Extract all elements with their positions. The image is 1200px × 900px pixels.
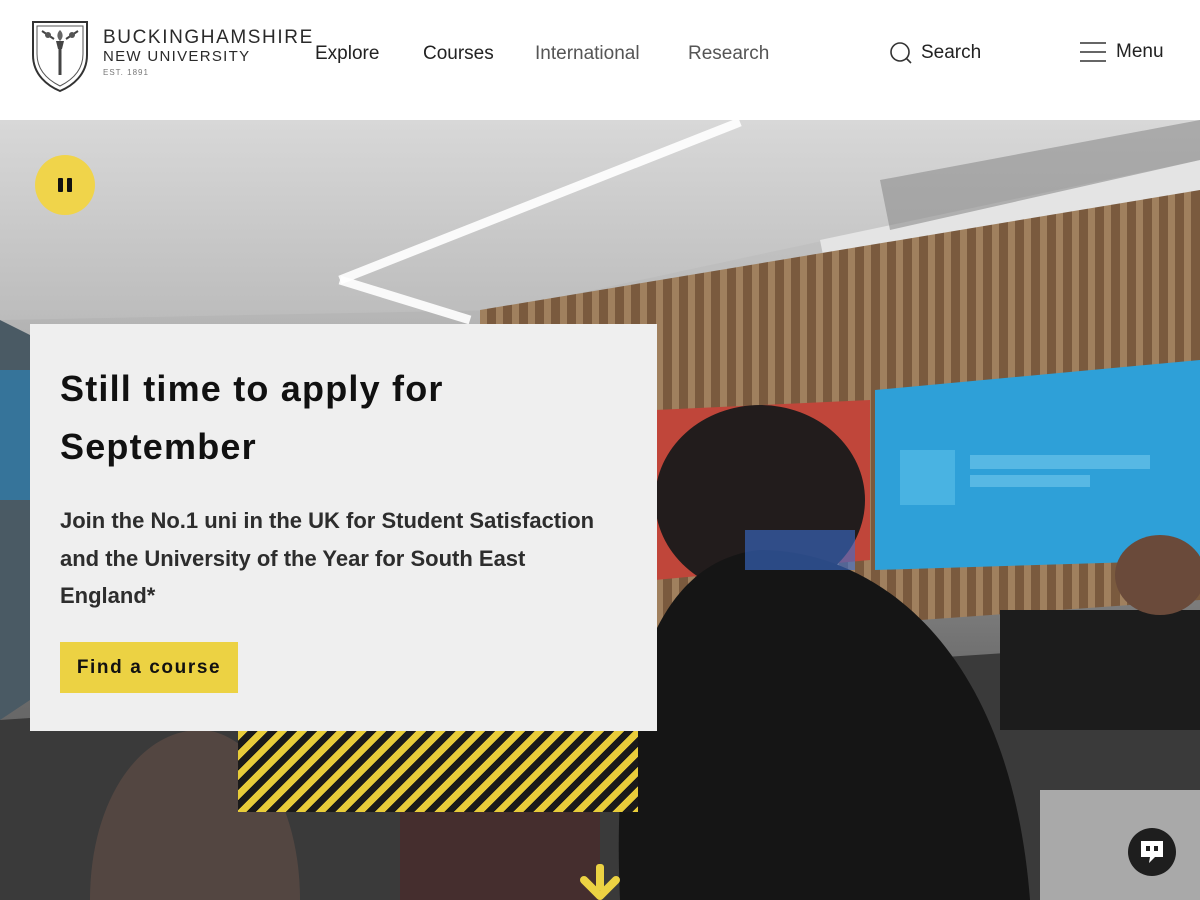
search-button[interactable]: Search (889, 41, 981, 65)
pause-video-button[interactable] (35, 155, 95, 215)
find-course-button[interactable]: Find a course (60, 642, 238, 693)
pause-icon (56, 178, 74, 192)
hero-title: Still time to apply for September (60, 368, 444, 467)
menu-label: Menu (1116, 41, 1164, 62)
chat-button[interactable] (1128, 828, 1176, 876)
chat-icon (1141, 841, 1163, 863)
hero-description: Join the No.1 uni in the UK for Student … (60, 508, 595, 608)
search-icon (890, 42, 912, 64)
menu-button[interactable]: Menu (1080, 41, 1164, 63)
nav-item-explore[interactable]: Explore (315, 41, 379, 67)
hamburger-icon (1080, 42, 1106, 62)
decorative-stripes (238, 731, 638, 812)
nav-item-international[interactable]: International (535, 41, 640, 67)
logo-established: EST. 1891 (103, 68, 149, 77)
primary-nav: Explore Courses International Research (0, 41, 1200, 67)
arrow-down-icon[interactable] (580, 864, 620, 900)
site-header: BUCKINGHAMSHIRE NEW UNIVERSITY EST. 1891… (0, 0, 1200, 120)
search-label: Search (921, 42, 982, 63)
nav-item-research[interactable]: Research (688, 41, 769, 67)
hero-promo-card: Still time to apply for September Join t… (30, 324, 657, 731)
nav-item-courses[interactable]: Courses (423, 41, 494, 67)
